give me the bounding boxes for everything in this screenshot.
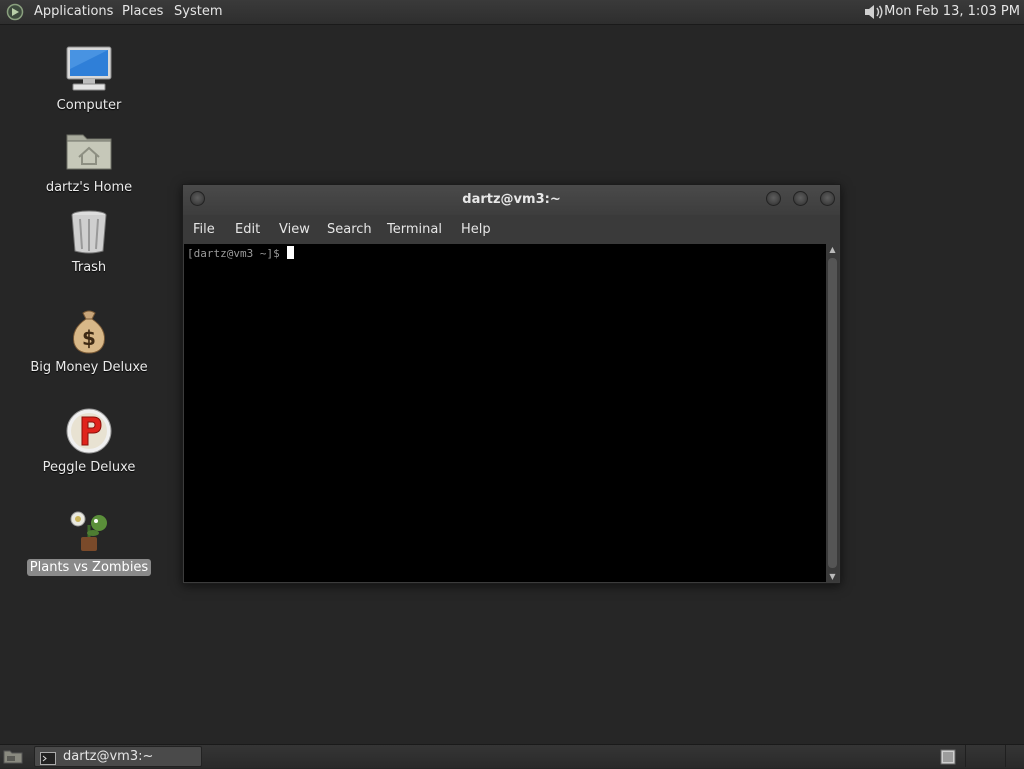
terminal-menu[interactable]: Terminal — [387, 222, 442, 237]
scrollbar-thumb[interactable] — [828, 258, 837, 568]
places-menu[interactable]: Places — [122, 4, 163, 19]
trash-icon — [65, 207, 113, 255]
terminal-icon — [40, 750, 56, 765]
help-menu[interactable]: Help — [461, 222, 491, 237]
terminal-output[interactable]: [dartz@vm3 ~]$ — [184, 244, 826, 582]
edit-menu[interactable]: Edit — [235, 222, 260, 237]
bottom-panel: dartz@vm3:~ — [0, 744, 1024, 768]
workspace-2[interactable] — [965, 745, 966, 767]
workspace-3[interactable] — [1005, 745, 1006, 767]
minimize-button[interactable] — [766, 191, 781, 206]
top-panel: Applications Places System Mon Feb 13, 1… — [0, 0, 1024, 25]
plants-vs-zombies-icon — [65, 507, 113, 555]
desktop-icon-label: dartz's Home — [45, 180, 133, 195]
search-menu[interactable]: Search — [327, 222, 372, 237]
desktop-icon-home[interactable]: dartz's Home — [20, 127, 158, 196]
desktop-icon-label: Big Money Deluxe — [30, 360, 148, 375]
close-button[interactable] — [820, 191, 835, 206]
desktop-icon-plants-vs-zombies[interactable]: Plants vs Zombies — [20, 507, 158, 576]
window-title: dartz@vm3:~ — [462, 192, 561, 207]
computer-icon — [65, 45, 113, 93]
system-menu[interactable]: System — [174, 4, 222, 19]
taskbar-button-terminal[interactable]: dartz@vm3:~ — [34, 746, 202, 767]
show-desktop-icon[interactable] — [3, 748, 23, 764]
view-menu[interactable]: View — [279, 222, 310, 237]
speaker-icon[interactable] — [863, 3, 885, 21]
window-titlebar[interactable]: dartz@vm3:~ — [183, 185, 840, 215]
clock[interactable]: Mon Feb 13, 1:03 PM — [884, 4, 1020, 19]
home-folder-icon — [65, 127, 113, 175]
text-cursor — [287, 246, 295, 259]
terminal-scrollbar[interactable]: ▲ ▼ — [826, 244, 839, 582]
peggle-icon — [65, 407, 113, 455]
desktop-icon-big-money[interactable]: $ Big Money Deluxe — [20, 307, 158, 376]
terminal-menubar: File Edit View Search Terminal Help — [183, 215, 840, 244]
maximize-button[interactable] — [793, 191, 808, 206]
gnome-foot-icon[interactable] — [6, 3, 24, 21]
file-menu[interactable]: File — [193, 222, 215, 237]
workspace-switcher-icon[interactable] — [940, 749, 956, 765]
applications-menu[interactable]: Applications — [34, 4, 113, 19]
desktop-icon-label: Plants vs Zombies — [26, 559, 152, 576]
desktop-icon-trash[interactable]: Trash — [20, 207, 158, 276]
svg-text:$: $ — [82, 326, 96, 350]
desktop-icon-label: Computer — [56, 98, 122, 113]
shell-prompt: [dartz@vm3 ~]$ — [187, 246, 295, 260]
money-bag-icon: $ — [65, 307, 113, 355]
desktop-icon-label: Trash — [71, 260, 107, 275]
desktop-icon-label: Peggle Deluxe — [42, 460, 136, 475]
terminal-window[interactable]: dartz@vm3:~ File Edit View Search Termin… — [182, 184, 841, 584]
desktop-icon-computer[interactable]: Computer — [20, 45, 158, 114]
scroll-up-arrow-icon[interactable]: ▲ — [826, 245, 839, 254]
prompt-text: [dartz@vm3 ~]$ — [187, 247, 287, 260]
taskbar-button-label: dartz@vm3:~ — [63, 749, 154, 764]
scroll-down-arrow-icon[interactable]: ▼ — [826, 572, 839, 581]
desktop-icon-peggle[interactable]: Peggle Deluxe — [20, 407, 158, 476]
